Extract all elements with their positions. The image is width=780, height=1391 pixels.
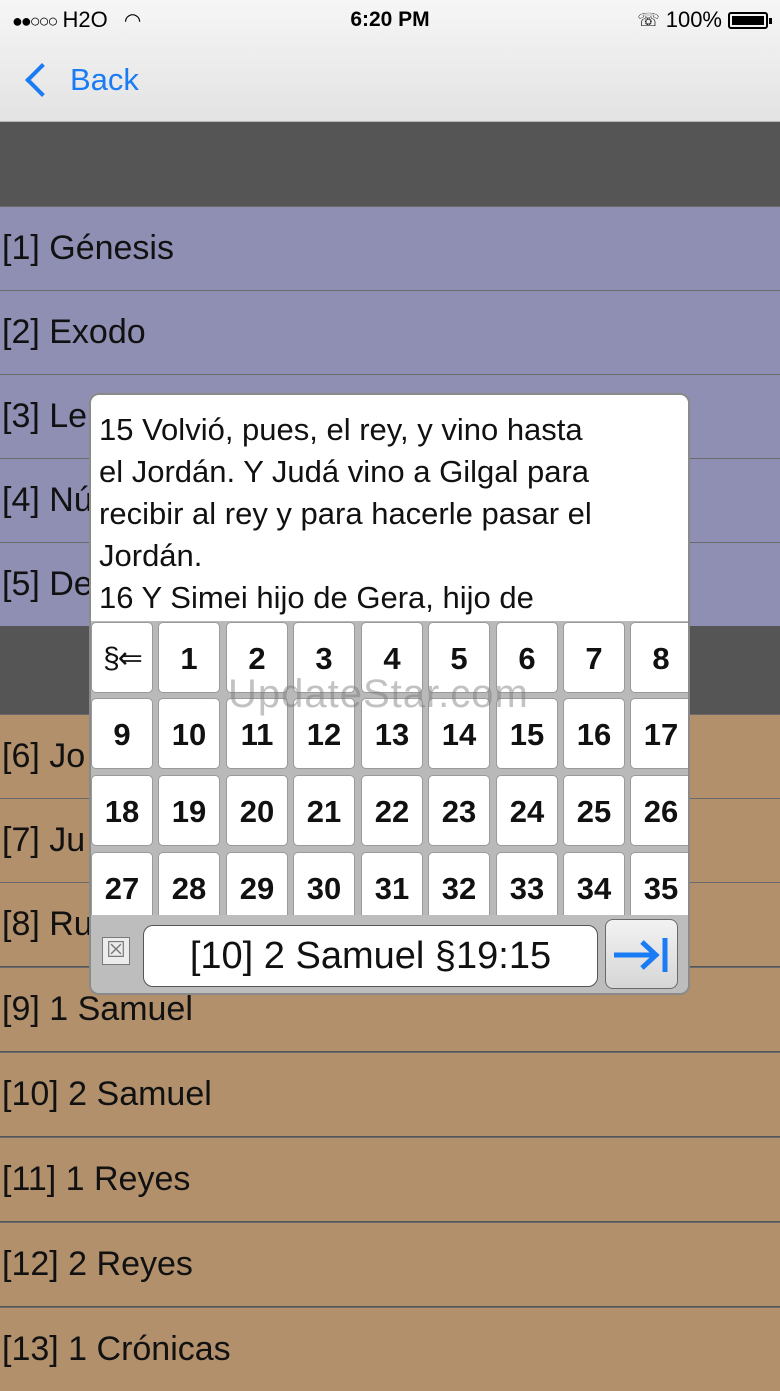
number-key[interactable]: 27 (91, 852, 153, 923)
number-key[interactable]: 10 (158, 698, 220, 769)
battery-icon (728, 11, 772, 29)
book-label: [4] Nú (2, 481, 93, 519)
book-label: [5] De (2, 565, 93, 603)
number-key[interactable]: 4 (361, 622, 423, 693)
book-label: [8] Ru (2, 905, 93, 943)
number-key[interactable]: 1 (158, 622, 220, 693)
book-row[interactable]: [10] 2 Samuel (0, 1052, 780, 1136)
number-key[interactable]: 26 (630, 775, 688, 846)
number-key[interactable]: 31 (361, 852, 423, 923)
number-key[interactable]: 7 (563, 622, 625, 693)
reference-bar: ☒ [10] 2 Samuel §19:15 (91, 915, 688, 993)
number-key[interactable]: 15 (496, 698, 558, 769)
book-label: [9] 1 Samuel (2, 990, 193, 1028)
number-key[interactable]: 11 (226, 698, 288, 769)
book-label: [1] Génesis (2, 229, 174, 267)
number-key[interactable]: 13 (361, 698, 423, 769)
back-label: Back (70, 62, 139, 97)
number-key[interactable]: 20 (226, 775, 288, 846)
status-right: ☏ 100% (637, 4, 772, 36)
section-header-law (0, 122, 780, 206)
number-key[interactable]: 25 (563, 775, 625, 846)
back-button[interactable]: Back (22, 56, 139, 104)
number-key[interactable]: 18 (91, 775, 153, 846)
chevron-left-icon (25, 63, 59, 97)
number-key[interactable]: 33 (496, 852, 558, 923)
phone-icon: ☏ (637, 10, 660, 30)
number-key[interactable]: 14 (428, 698, 490, 769)
number-key[interactable]: 29 (226, 852, 288, 923)
verse-picker-popup: 15 Volvió, pues, el rey, y vino hasta el… (89, 393, 690, 995)
number-key[interactable]: 34 (563, 852, 625, 923)
verse-line: 15 Volvió, pues, el rey, y vino hasta (99, 412, 583, 447)
number-key[interactable]: 32 (428, 852, 490, 923)
number-key[interactable]: 3 (293, 622, 355, 693)
book-label: [10] 2 Samuel (2, 1075, 212, 1113)
reference-field[interactable]: [10] 2 Samuel §19:15 (143, 925, 598, 987)
number-key[interactable]: 17 (630, 698, 688, 769)
number-key[interactable]: 16 (563, 698, 625, 769)
number-key[interactable]: 5 (428, 622, 490, 693)
number-key[interactable]: 23 (428, 775, 490, 846)
number-key[interactable]: 8 (630, 622, 688, 693)
clear-button[interactable]: ☒ (102, 937, 130, 965)
book-row[interactable]: [12] 2 Reyes (0, 1222, 780, 1306)
number-key[interactable]: 19 (158, 775, 220, 846)
verse-preview[interactable]: 15 Volvió, pues, el rey, y vino hasta el… (91, 395, 688, 621)
book-row[interactable]: [11] 1 Reyes (0, 1137, 780, 1221)
number-key[interactable]: 28 (158, 852, 220, 923)
book-row[interactable]: [13] 1 Crónicas (0, 1307, 780, 1391)
number-key[interactable]: 21 (293, 775, 355, 846)
jump-arrow-icon (614, 938, 668, 972)
book-label: [2] Exodo (2, 313, 146, 351)
book-row[interactable]: [1] Génesis (0, 206, 780, 290)
verse-line: el Jordán. Y Judá vino a Gilgal para (99, 454, 590, 489)
number-key[interactable]: 30 (293, 852, 355, 923)
top-bar: ●●○○○ H2O ◠ 6:20 PM ☏ 100% Back (0, 0, 780, 122)
book-label: [13] 1 Crónicas (2, 1330, 231, 1368)
verse-line: 16 Y Simei hijo de Gera, hijo de (99, 580, 534, 615)
book-label: [7] Ju (2, 821, 86, 859)
book-label: [3] Le (2, 397, 88, 435)
go-button[interactable] (605, 919, 678, 989)
book-label: [12] 2 Reyes (2, 1245, 193, 1283)
section-back-key[interactable]: §⇐ (91, 622, 153, 693)
number-key[interactable]: 12 (293, 698, 355, 769)
number-key[interactable]: 2 (226, 622, 288, 693)
number-key[interactable]: 6 (496, 622, 558, 693)
book-row[interactable]: [2] Exodo (0, 290, 780, 374)
verse-line: Jordán. (99, 538, 203, 573)
battery-percent: 100% (665, 7, 722, 32)
book-label: [11] 1 Reyes (2, 1160, 191, 1198)
battery-fill (732, 15, 764, 25)
number-key[interactable]: 24 (496, 775, 558, 846)
number-key[interactable]: 22 (361, 775, 423, 846)
verse-line: recibir al rey y para hacerle pasar el (99, 496, 592, 531)
number-key[interactable]: 9 (91, 698, 153, 769)
number-key[interactable]: 35 (630, 852, 688, 923)
book-label: [6] Jo (2, 737, 86, 775)
